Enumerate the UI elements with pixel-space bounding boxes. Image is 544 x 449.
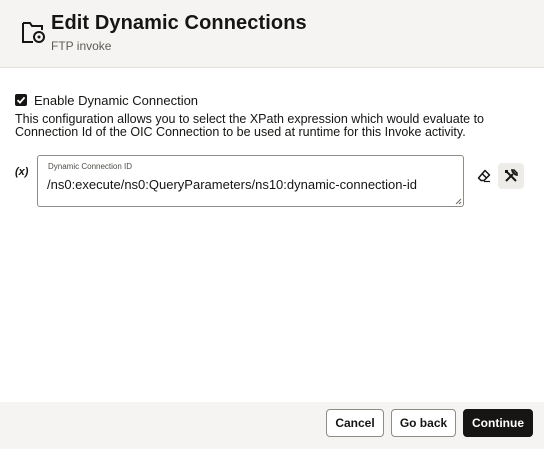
enable-dynamic-connection-checkbox[interactable] bbox=[15, 94, 27, 106]
dynamic-connection-id-value[interactable]: /ns0:execute/ns0:QueryParameters/ns10:dy… bbox=[47, 177, 417, 192]
dialog-title: Edit Dynamic Connections bbox=[51, 12, 307, 34]
dialog-footer: Cancel Go back Continue bbox=[0, 402, 544, 449]
go-back-button[interactable]: Go back bbox=[391, 409, 456, 437]
checkmark-icon bbox=[16, 96, 26, 104]
configuration-description: This configuration allows you to select … bbox=[15, 112, 485, 139]
mapper-tools-icon bbox=[505, 169, 518, 182]
dynamic-connection-id-label: Dynamic Connection ID bbox=[48, 162, 133, 171]
dialog-header: Edit Dynamic Connections FTP invoke bbox=[0, 0, 544, 68]
variable-marker: (x) bbox=[15, 166, 29, 178]
resize-grip-icon[interactable] bbox=[455, 198, 462, 205]
folder-connection-icon bbox=[20, 18, 46, 46]
enable-dynamic-connection-label[interactable]: Enable Dynamic Connection bbox=[34, 93, 198, 108]
continue-button[interactable]: Continue bbox=[463, 409, 533, 437]
dialog-subtitle: FTP invoke bbox=[51, 39, 112, 53]
edit-dynamic-connections-dialog: Edit Dynamic Connections FTP invoke Enab… bbox=[0, 0, 544, 449]
eraser-icon bbox=[477, 169, 491, 183]
enable-dynamic-connection-row[interactable]: Enable Dynamic Connection bbox=[15, 92, 198, 108]
open-mapper-button[interactable] bbox=[498, 163, 524, 189]
cancel-button[interactable]: Cancel bbox=[326, 409, 384, 437]
clear-expression-button[interactable] bbox=[474, 166, 494, 186]
dynamic-connection-id-field[interactable]: Dynamic Connection ID /ns0:execute/ns0:Q… bbox=[37, 155, 464, 207]
